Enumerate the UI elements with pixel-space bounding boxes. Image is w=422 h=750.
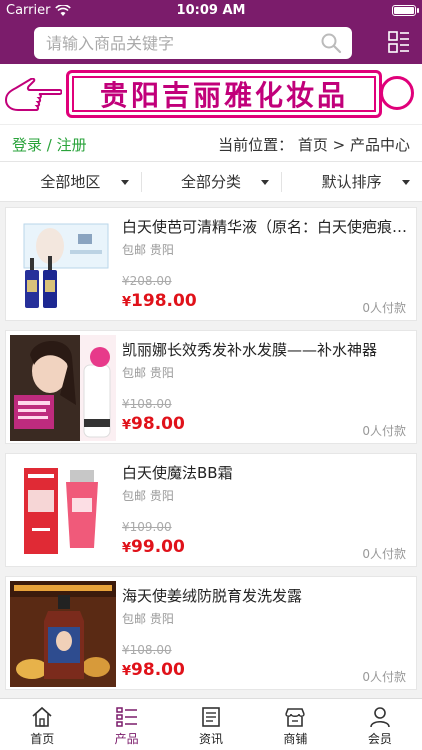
product-meta: 包邮 贵阳 [122,489,174,503]
search-box[interactable] [34,27,352,59]
battery-icon [392,5,419,16]
filter-label: 全部分类 [181,173,242,191]
product-image-bb-cream [10,458,116,564]
filter-category[interactable]: 全部分类 [140,162,282,201]
filter-label: 全部地区 [40,173,101,191]
user-icon [370,707,390,728]
product-image-hair-mask [10,335,116,441]
filter-region[interactable]: 全部地区 [0,162,141,201]
product-name[interactable]: 海天使姜绒防脱育发洗发露 [122,585,412,606]
product-card[interactable]: 凯丽娜长效秀发补水发膜——补水神器 包邮 贵阳 ¥108.00 ¥98.00 0… [5,330,417,444]
banner-circle-decoration [380,76,414,110]
shop-icon [285,708,306,727]
app-header: Carrier 10:09 AM [0,0,422,64]
tab-home[interactable]: 首页 [0,699,84,750]
bottom-tab-bar: 首页 产品 资讯 商铺 会员 [0,698,422,750]
original-price: ¥109.00 [122,520,172,534]
breadcrumb: 当前位置： 首页 > 产品中心 [218,136,410,154]
current-price: ¥198.00 [122,291,197,311]
tab-products[interactable]: 产品 [84,699,168,750]
current-price: ¥98.00 [122,660,185,680]
sold-count: 0人付款 [362,301,406,315]
sold-count: 0人付款 [362,424,406,438]
filter-bar: 全部地区 全部分类 默认排序 [0,162,422,202]
product-meta: 包邮 贵阳 [122,366,174,380]
login-register-link[interactable]: 登录 / 注册 [12,134,87,155]
caret-down-icon [120,180,129,185]
product-meta: 包邮 贵阳 [122,612,174,626]
filter-label: 默认排序 [321,173,382,191]
caret-down-icon [402,180,411,185]
product-list: 白天使芭可清精华液（原名：白天使疤痕修复精华液） 包邮 贵阳 ¥208.00 ¥… [0,202,422,698]
current-price: ¥98.00 [122,414,185,434]
original-price: ¥108.00 [122,397,172,411]
banner-frame: 贵阳吉丽雅化妆品 [66,70,382,118]
status-bar: Carrier 10:09 AM [0,0,422,22]
product-card[interactable]: 白天使芭可清精华液（原名：白天使疤痕修复精华液） 包邮 贵阳 ¥208.00 ¥… [5,207,417,321]
current-price: ¥99.00 [122,537,185,557]
original-price: ¥208.00 [122,274,172,288]
tab-label: 会员 [367,732,392,746]
tab-label: 资讯 [199,732,224,746]
original-price: ¥108.00 [122,643,172,657]
banner-title: 贵阳吉丽雅化妆品 [99,79,348,112]
tab-label: 产品 [114,732,139,746]
pointing-hand-icon [4,78,62,111]
category-menu-icon[interactable] [388,31,410,53]
product-name[interactable]: 白天使魔法BB霜 [122,462,412,483]
product-card[interactable]: 海天使姜绒防脱育发洗发露 包邮 贵阳 ¥108.00 ¥98.00 0人付款 [5,576,417,690]
shop-banner: 贵阳吉丽雅化妆品 [0,64,422,124]
news-icon [202,707,220,727]
sold-count: 0人付款 [362,547,406,561]
list-icon [115,707,137,727]
home-icon [32,706,52,727]
caret-down-icon [261,180,270,185]
breadcrumb-bar: 登录 / 注册 当前位置： 首页 > 产品中心 [0,124,422,162]
product-image-serum [10,212,116,318]
tab-label: 首页 [30,732,55,746]
filter-sort[interactable]: 默认排序 [281,162,422,201]
search-icon[interactable] [320,32,342,54]
product-image-shampoo [10,581,116,687]
tab-member[interactable]: 会员 [338,699,422,750]
tab-news[interactable]: 资讯 [169,699,253,750]
product-name[interactable]: 凯丽娜长效秀发补水发膜——补水神器 [122,339,412,360]
product-card[interactable]: 白天使魔法BB霜 包邮 贵阳 ¥109.00 ¥99.00 0人付款 [5,453,417,567]
tab-label: 商铺 [283,732,308,746]
status-time: 10:09 AM [176,3,246,18]
tab-shop[interactable]: 商铺 [253,699,337,750]
product-name[interactable]: 白天使芭可清精华液（原名：白天使疤痕修复精华液） [122,216,412,237]
search-input[interactable] [34,27,304,59]
product-meta: 包邮 贵阳 [122,243,174,257]
sold-count: 0人付款 [362,670,406,684]
